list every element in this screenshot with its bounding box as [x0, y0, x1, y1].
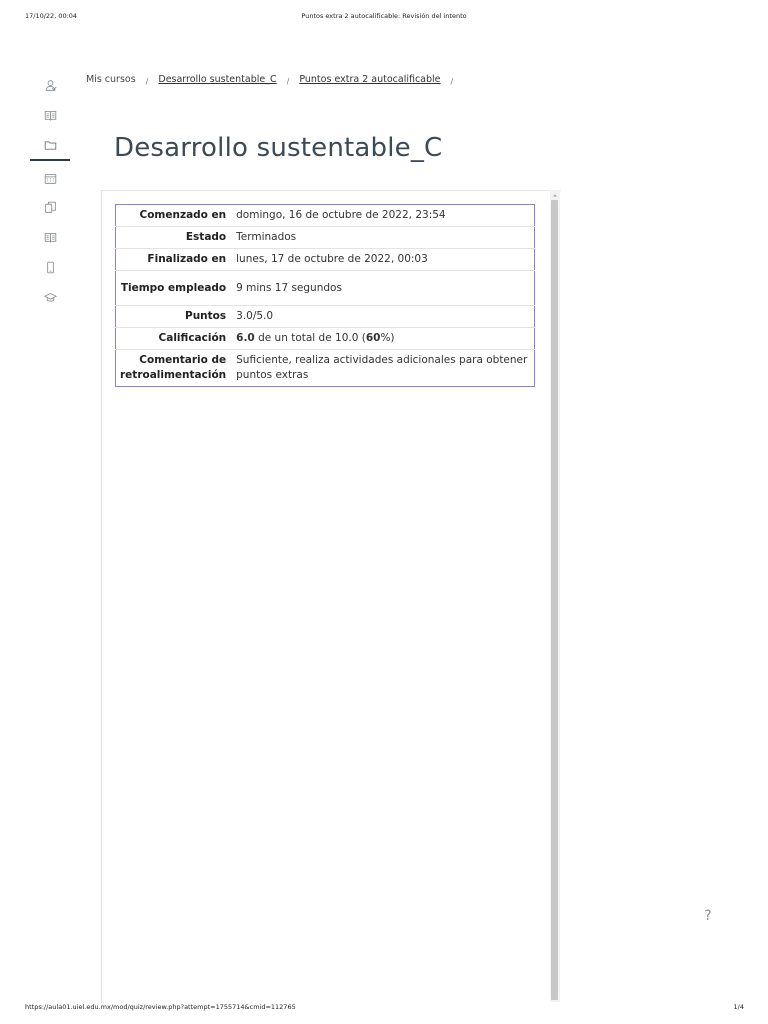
grade-total-text: de un total de 10.0 ( [254, 332, 366, 344]
summary-row-grade: Calificación 6.0 de un total de 10.0 (60… [115, 328, 535, 350]
breadcrumb-separator: / [145, 76, 149, 86]
quiz-summary-table: Comenzado en domingo, 16 de octubre de 2… [115, 204, 535, 387]
finished-value: lunes, 17 de octubre de 2022, 00:03 [236, 253, 428, 265]
rail-item-mobile[interactable] [28, 254, 72, 280]
grade-label: Calificación [158, 332, 227, 344]
help-button[interactable]: ? [699, 906, 717, 926]
mobile-icon [46, 261, 54, 273]
breadcrumb-mis-cursos[interactable]: Mis cursos [86, 74, 136, 85]
rail-item-files[interactable] [28, 194, 72, 220]
breadcrumb-separator: / [286, 76, 290, 86]
grade-score: 6.0 [236, 332, 255, 344]
summary-row-points: Puntos 3.0/5.0 [115, 306, 535, 328]
feedback-value: Suficiente, realiza actividades adiciona… [236, 354, 528, 381]
feedback-label: Comentario de retroalimentación [120, 354, 227, 381]
book-icon [44, 110, 56, 120]
state-value: Terminados [236, 231, 297, 243]
summary-row-finished: Finalizado en lunes, 17 de octubre de 20… [115, 249, 535, 271]
rail-item-folder[interactable] [28, 132, 72, 161]
breadcrumb-course-link[interactable]: Desarrollo sustentable_C [158, 74, 276, 85]
started-label: Comenzado en [139, 209, 227, 221]
calendar-icon [44, 173, 56, 184]
summary-row-state: Estado Terminados [115, 227, 535, 249]
print-page-title: Puntos extra 2 autocalificable: Revisión… [301, 12, 467, 20]
breadcrumb: Mis cursos / Desarrollo sustentable_C / … [86, 72, 463, 86]
time-value: 9 mins 17 segundos [236, 281, 342, 294]
graduation-cap-icon [43, 292, 57, 302]
breadcrumb-quiz-link[interactable]: Puntos extra 2 autocalificable [299, 74, 440, 85]
summary-row-feedback: Comentario de retroalimentación Suficien… [116, 350, 535, 387]
print-header: 17/10/22, 00:04 Puntos extra 2 autocalif… [0, 10, 768, 24]
files-icon [44, 201, 56, 213]
grade-percent-suffix: %) [380, 332, 395, 344]
points-value: 3.0/5.0 [236, 310, 274, 322]
finished-label: Finalizado en [147, 253, 227, 265]
time-label: Tiempo empleado [120, 281, 227, 294]
rail-item-open-book[interactable] [28, 224, 72, 250]
folder-icon [44, 140, 56, 150]
started-value: domingo, 16 de octubre de 2022, 23:54 [236, 209, 446, 221]
print-page-number: 1/4 [733, 1003, 744, 1011]
summary-row-started: Comenzado en domingo, 16 de octubre de 2… [115, 205, 535, 227]
grade-percent: 60 [365, 332, 381, 344]
open-book-icon [44, 232, 56, 242]
breadcrumb-separator: / [450, 76, 454, 86]
points-label: Puntos [185, 310, 227, 322]
print-url: https://aula01.uiel.edu.mx/mod/quiz/revi… [25, 1003, 296, 1011]
summary-row-time: Tiempo empleado 9 mins 17 segundos [115, 271, 535, 306]
rail-item-graduation[interactable] [28, 284, 72, 310]
rail-item-calendar[interactable] [28, 165, 72, 191]
rail-item-participants[interactable] [28, 72, 72, 98]
rail-item-book[interactable] [28, 102, 72, 128]
state-label: Estado [185, 231, 227, 243]
scrollbar-thumb[interactable] [551, 200, 558, 1000]
print-footer: https://aula01.uiel.edu.mx/mod/quiz/revi… [0, 1001, 768, 1015]
participants-icon [45, 79, 57, 91]
grade-value: 6.0 de un total de 10.0 (60%) [235, 328, 534, 350]
page-title: Desarrollo sustentable_C [114, 133, 443, 163]
scroll-up-arrow-icon[interactable] [551, 191, 559, 199]
